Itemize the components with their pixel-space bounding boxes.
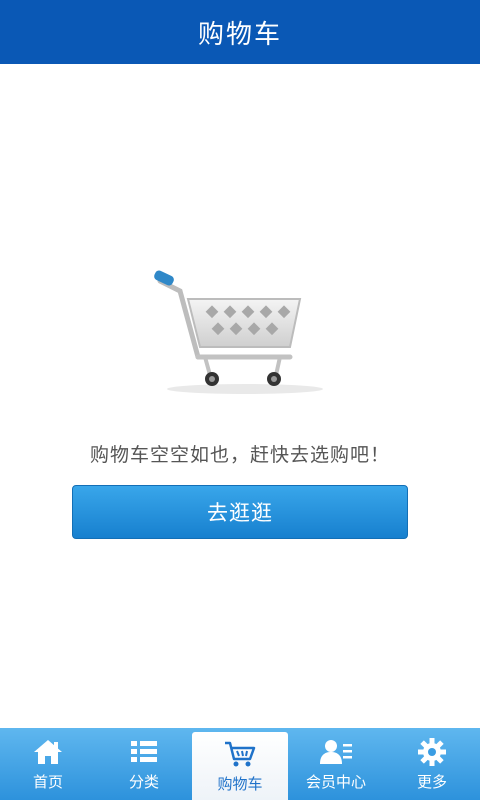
tab-category-label: 分类 bbox=[128, 772, 159, 791]
cart-icon bbox=[223, 739, 257, 769]
empty-cart-illustration bbox=[150, 269, 330, 399]
tab-cart-label: 购物车 bbox=[217, 774, 263, 793]
tab-member-center-label: 会员中心 bbox=[305, 772, 366, 791]
empty-cart-message: 购物车空空如也，赶快去选购吧！ bbox=[89, 444, 390, 466]
go-shopping-button[interactable]: 去逛逛 bbox=[72, 485, 408, 539]
bottom-tab-bar: 首页 分类 购物车 会员中心 更多 bbox=[0, 728, 480, 800]
list-icon bbox=[130, 737, 158, 767]
app-header: 购物车 bbox=[0, 0, 480, 64]
cart-content: 购物车空空如也，赶快去选购吧！ 去逛逛 bbox=[0, 64, 480, 728]
shopping-cart-icon bbox=[154, 270, 323, 394]
tab-more-label: 更多 bbox=[416, 772, 447, 791]
gear-icon bbox=[417, 737, 447, 767]
home-icon bbox=[32, 737, 64, 767]
tab-member-center[interactable]: 会员中心 bbox=[288, 728, 384, 800]
member-icon bbox=[319, 737, 353, 767]
tab-more[interactable]: 更多 bbox=[384, 728, 480, 800]
tab-category[interactable]: 分类 bbox=[96, 728, 192, 800]
tab-home[interactable]: 首页 bbox=[0, 728, 96, 800]
tab-home-label: 首页 bbox=[32, 772, 63, 791]
tab-cart[interactable]: 购物车 bbox=[192, 732, 288, 800]
page-title: 购物车 bbox=[197, 19, 282, 50]
